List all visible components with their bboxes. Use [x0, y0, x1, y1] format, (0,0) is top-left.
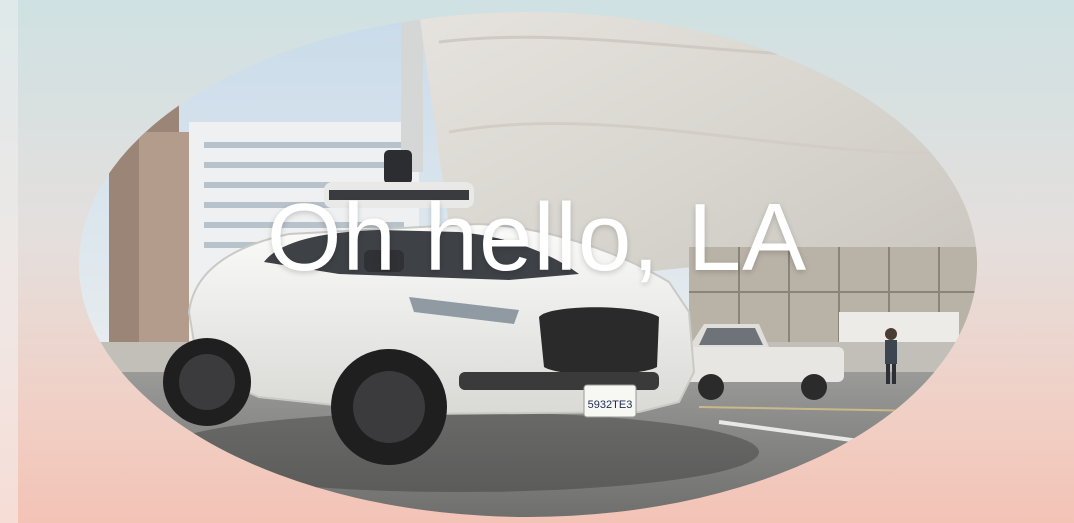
license-plate-text: 5932TE3	[588, 399, 633, 411]
headline-text: Oh hello, LA	[266, 184, 808, 291]
building-spire	[401, 12, 423, 172]
lidar-dome	[384, 150, 412, 184]
car-grille	[539, 307, 659, 375]
